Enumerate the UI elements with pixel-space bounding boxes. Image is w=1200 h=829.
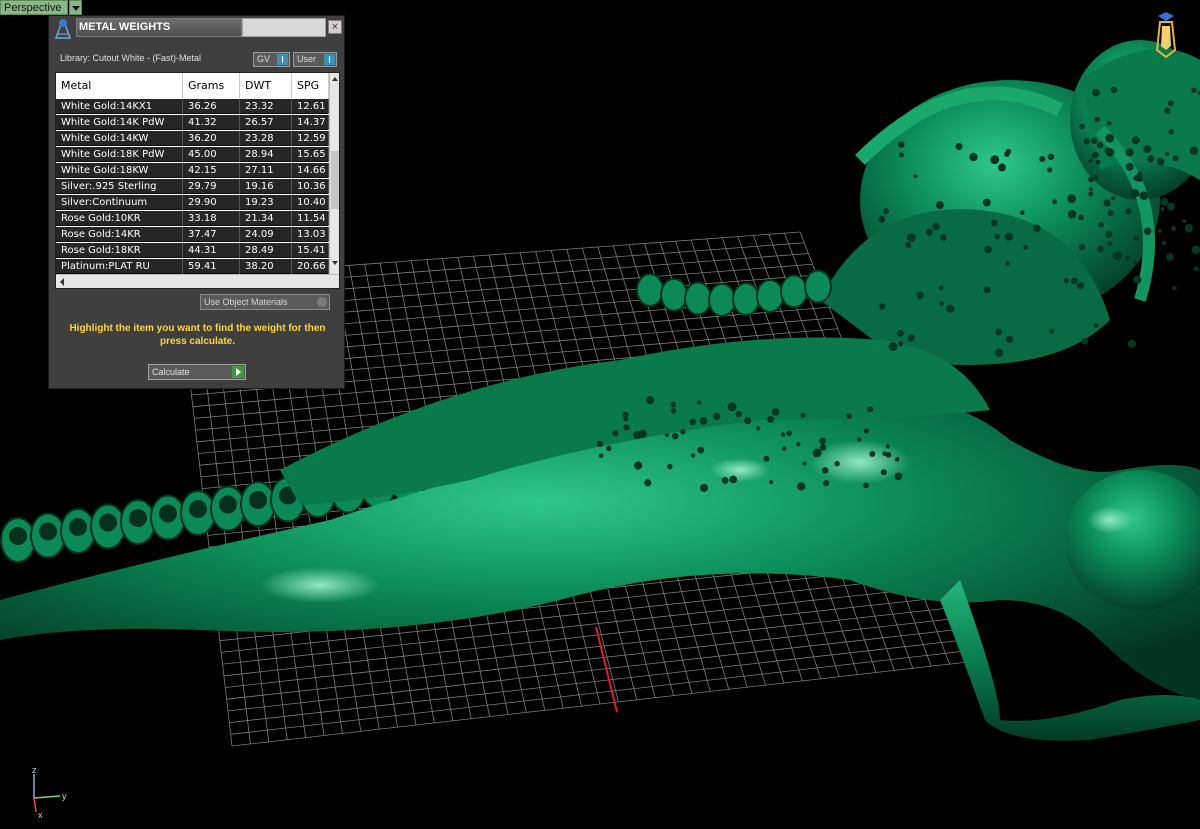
user-toggle-knob-icon — [324, 54, 335, 65]
close-button[interactable]: × — [328, 20, 342, 34]
cell-spg: 11.54 — [292, 211, 329, 226]
calculate-label: Calculate — [152, 367, 190, 377]
cell-grams: 42.15 — [183, 163, 240, 178]
calculate-button[interactable]: Calculate — [148, 364, 246, 380]
model-ornament-upper — [820, 40, 1200, 365]
cell-dwt: 28.49 — [240, 243, 292, 258]
cell-grams: 36.20 — [183, 131, 240, 146]
cell-spg: 10.40 — [292, 195, 329, 210]
gv-toggle-label: GV — [257, 54, 271, 64]
cell-grams: 33.18 — [183, 211, 240, 226]
cell-spg: 15.41 — [292, 243, 329, 258]
cell-spg: 14.66 — [292, 163, 329, 178]
table-row[interactable]: Rose Gold:14KR 37.47 24.09 13.03 — [56, 227, 329, 242]
use-object-materials-toggle-icon — [317, 297, 327, 307]
table-row[interactable]: White Gold:18K PdW 45.00 28.94 15.65 — [56, 147, 329, 162]
user-toggle-label: User — [297, 54, 317, 64]
table-row[interactable]: White Gold:14KX1 36.26 23.32 12.61 — [56, 99, 329, 114]
scroll-thumb[interactable] — [331, 151, 339, 209]
cell-dwt: 24.09 — [240, 227, 292, 242]
cell-dwt: 26.57 — [240, 115, 292, 130]
axis-y-label: y — [62, 791, 67, 801]
model-figure-body — [0, 337, 1200, 741]
cell-grams: 59.41 — [183, 259, 240, 274]
table-horizontal-scrollbar[interactable] — [56, 274, 339, 288]
axis-gizmo: z y x — [32, 765, 67, 820]
cell-metal: Rose Gold:10KR — [56, 211, 183, 226]
viewport-label[interactable]: Perspective — [0, 0, 68, 15]
table-row[interactable]: Silver:Continuum 29.90 19.23 10.40 — [56, 195, 329, 210]
table-row[interactable]: White Gold:14K PdW 41.32 26.57 14.37 — [56, 115, 329, 130]
cell-spg: 13.03 — [292, 227, 329, 242]
cell-spg: 15.65 — [292, 147, 329, 162]
cell-dwt: 23.28 — [240, 131, 292, 146]
cell-metal: White Gold:14KW — [56, 131, 183, 146]
cell-grams: 29.79 — [183, 179, 240, 194]
cell-dwt: 19.23 — [240, 195, 292, 210]
render-mode-icon[interactable] — [1152, 12, 1180, 58]
cell-spg: 10.36 — [292, 179, 329, 194]
cell-spg: 12.59 — [292, 131, 329, 146]
column-header-spg[interactable]: SPG — [292, 73, 329, 99]
titlebar-fill — [242, 18, 326, 37]
cell-metal: White Gold:14K PdW — [56, 115, 183, 130]
cell-grams: 41.32 — [183, 115, 240, 130]
table-row[interactable]: Platinum:PLAT RU 59.41 38.20 20.66 — [56, 259, 329, 274]
cell-metal: White Gold:14KX1 — [56, 99, 183, 114]
cell-metal: Silver:Continuum — [56, 195, 183, 210]
use-object-materials-label: Use Object Materials — [204, 297, 288, 307]
table-row[interactable]: White Gold:14KW 36.20 23.28 12.59 — [56, 131, 329, 146]
table-header: Metal Grams DWT SPG — [56, 73, 329, 100]
axis-x-label: x — [38, 810, 43, 820]
cell-metal: Rose Gold:14KR — [56, 227, 183, 242]
table-vertical-scrollbar[interactable] — [329, 73, 339, 274]
table-row[interactable]: White Gold:18KW 42.15 27.11 14.66 — [56, 163, 329, 178]
scroll-up-icon[interactable] — [332, 77, 338, 81]
cell-dwt: 21.34 — [240, 211, 292, 226]
cell-grams: 44.31 — [183, 243, 240, 258]
library-label: Library: Cutout White - (Fast)-Metal — [60, 53, 202, 63]
table-row[interactable]: Rose Gold:10KR 33.18 21.34 11.54 — [56, 211, 329, 226]
cell-grams: 45.00 — [183, 147, 240, 162]
column-header-metal[interactable]: Metal — [56, 73, 183, 99]
table-row[interactable]: Silver:.925 Sterling 29.79 19.16 10.36 — [56, 179, 329, 194]
cell-grams: 37.47 — [183, 227, 240, 242]
column-header-grams[interactable]: Grams — [183, 73, 240, 99]
cell-spg: 12.61 — [292, 99, 329, 114]
axis-z-label: z — [32, 765, 37, 775]
column-header-dwt[interactable]: DWT — [240, 73, 292, 99]
cell-dwt: 19.16 — [240, 179, 292, 194]
cell-dwt: 38.20 — [240, 259, 292, 274]
instruction-text: Highlight the item you want to find the … — [69, 323, 326, 347]
cell-spg: 14.37 — [292, 115, 329, 130]
cell-dwt: 23.32 — [240, 99, 292, 114]
cell-dwt: 28.94 — [240, 147, 292, 162]
cell-metal: White Gold:18KW — [56, 163, 183, 178]
metal-weights-panel[interactable]: METAL WEIGHTS × Library: Cutout White - … — [48, 15, 345, 389]
metal-weights-table[interactable]: Metal Grams DWT SPG White Gold:14KX1 36.2… — [55, 72, 340, 289]
app-logo-icon — [54, 19, 72, 39]
cell-grams: 36.26 — [183, 99, 240, 114]
cell-metal: Silver:.925 Sterling — [56, 179, 183, 194]
cell-grams: 29.90 — [183, 195, 240, 210]
use-object-materials-button[interactable]: Use Object Materials — [200, 294, 330, 310]
cell-dwt: 27.11 — [240, 163, 292, 178]
cell-metal: Platinum:PLAT RU — [56, 259, 183, 274]
panel-title: METAL WEIGHTS — [76, 18, 242, 37]
viewport-dropdown-icon[interactable] — [69, 0, 82, 15]
gv-toggle[interactable]: GV — [253, 52, 290, 67]
scroll-down-icon[interactable] — [332, 261, 338, 265]
gv-toggle-knob-icon — [277, 54, 288, 65]
panel-titlebar[interactable]: METAL WEIGHTS × — [49, 16, 344, 40]
cell-metal: Rose Gold:18KR — [56, 243, 183, 258]
play-arrow-icon — [232, 366, 244, 378]
scroll-left-icon[interactable] — [60, 278, 64, 286]
cell-metal: White Gold:18K PdW — [56, 147, 183, 162]
table-row[interactable]: Rose Gold:18KR 44.31 28.49 15.41 — [56, 243, 329, 258]
user-toggle[interactable]: User — [293, 52, 337, 67]
cell-spg: 20.66 — [292, 259, 329, 274]
